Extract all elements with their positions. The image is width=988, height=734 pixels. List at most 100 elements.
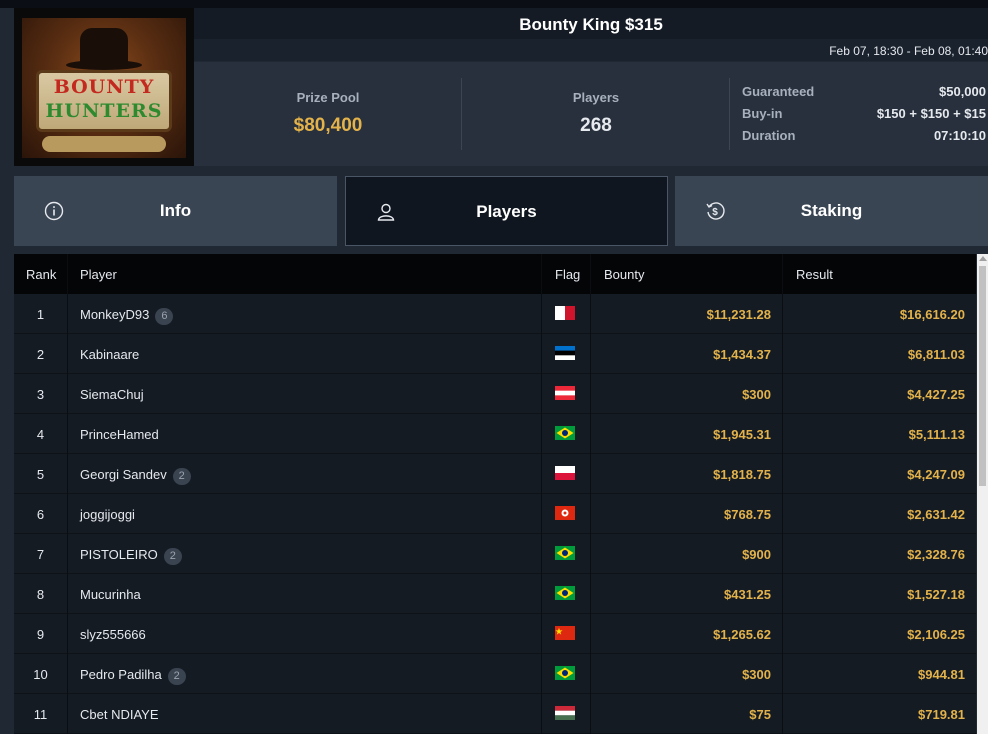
rank-cell: 3 [36, 387, 45, 402]
brazil-flag-icon [555, 426, 575, 440]
player-cell: Georgi Sandev 2 [80, 467, 191, 485]
tab-info[interactable]: Info [14, 176, 337, 246]
table-header: Rank Player Flag Bounty Result [14, 254, 976, 294]
duration-value: 07:10:10 [933, 128, 986, 143]
player-cell: joggijoggi [80, 507, 135, 522]
table-row[interactable]: 9 slyz555666 $1,265.62 $2,106.25 [14, 614, 976, 654]
hong-kong-flag-icon [555, 506, 575, 520]
player-cell: Mucurinha [80, 587, 141, 602]
stats-divider [461, 78, 462, 150]
player-name[interactable]: PISTOLEIRO [80, 547, 158, 562]
stats-divider [729, 78, 730, 150]
table-row[interactable]: 7 PISTOLEIRO 2 $900 $2,328.76 [14, 534, 976, 574]
logo-chips [42, 136, 166, 152]
bounty-cell: $1,818.75 [713, 467, 771, 482]
rank-cell: 7 [36, 547, 45, 562]
tournament-logo: BOUNTY HUNTERS [14, 8, 194, 166]
bounty-cell: $1,265.62 [713, 627, 771, 642]
player-name[interactable]: Georgi Sandev [80, 467, 167, 482]
result-cell: $6,811.03 [907, 347, 965, 362]
table-row[interactable]: 5 Georgi Sandev 2 $1,818.75 $4,247.09 [14, 454, 976, 494]
header-player[interactable]: Player [80, 267, 117, 282]
table-scrollbar[interactable] [977, 254, 988, 734]
austria-flag-icon [555, 386, 575, 400]
table-row[interactable]: 8 Mucurinha $431.25 $1,527.18 [14, 574, 976, 614]
tab-staking-label: Staking [800, 201, 863, 220]
table-row[interactable]: 4 PrinceHamed $1,945.31 $5,111.13 [14, 414, 976, 454]
players-table: Rank Player Flag Bounty Result 1 MonkeyD9… [14, 254, 976, 734]
bounty-cell: $300 [742, 387, 771, 402]
player-cell: SiemaChuj [80, 387, 144, 402]
bounty-cell: $900 [742, 547, 771, 562]
tournament-title: Bounty King $315 [519, 15, 663, 34]
bounty-cell: $431.25 [724, 587, 771, 602]
header-flag[interactable]: Flag [555, 267, 580, 282]
prize-pool-label: Prize Pool [296, 90, 360, 105]
header-bounty[interactable]: Bounty [604, 267, 644, 282]
header-rank[interactable]: Rank [26, 267, 56, 282]
rank-cell: 8 [36, 587, 45, 602]
buyin-value: $150 + $150 + $15 [876, 106, 986, 121]
scroll-thumb[interactable] [979, 266, 986, 486]
result-cell: $2,106.25 [907, 627, 965, 642]
table-row[interactable]: 2 Kabinaare $1,434.37 $6,811.03 [14, 334, 976, 374]
column-divider [67, 254, 68, 734]
rank-cell: 4 [36, 427, 45, 442]
date-row: Feb 07, 18:30 - Feb 08, 01:40 [194, 39, 988, 61]
players-stat: Players 268 [528, 62, 664, 166]
prize-pool-value: $80,400 [293, 115, 363, 136]
header-result[interactable]: Result [796, 267, 833, 282]
result-cell: $719.81 [918, 707, 965, 722]
rank-cell: 10 [33, 667, 48, 682]
prize-pool-stat: Prize Pool $80,400 [260, 62, 396, 166]
player-name[interactable]: Cbet NDIAYE [80, 707, 159, 722]
rank-cell: 9 [36, 627, 45, 642]
entry-count-badge: 2 [167, 668, 186, 685]
bounty-cell: $300 [742, 667, 771, 682]
player-cell: Cbet NDIAYE [80, 707, 159, 722]
player-cell: Pedro Padilha 2 [80, 667, 186, 685]
player-name[interactable]: Kabinaare [80, 347, 139, 362]
malta-flag-icon [555, 306, 575, 320]
player-name[interactable]: PrinceHamed [80, 427, 159, 442]
result-cell: $1,527.18 [907, 587, 965, 602]
buyin-label: Buy-in [742, 106, 783, 121]
player-name[interactable]: Mucurinha [80, 587, 141, 602]
player-name[interactable]: Pedro Padilha [80, 667, 162, 682]
player-name[interactable]: SiemaChuj [80, 387, 144, 402]
brazil-flag-icon [555, 586, 575, 600]
buyin-row: Buy-in $150 + $150 + $15 [742, 106, 988, 128]
player-name[interactable]: slyz555666 [80, 627, 146, 642]
column-divider [590, 254, 591, 734]
entry-count-badge: 6 [155, 308, 174, 325]
logo-sign: BOUNTY HUNTERS [36, 70, 172, 132]
bounty-cell: $1,945.31 [713, 427, 771, 442]
estonia-flag-icon [555, 346, 575, 360]
result-cell: $4,427.25 [907, 387, 965, 402]
players-value: 268 [580, 115, 612, 136]
duration-row: Duration 07:10:10 [742, 128, 988, 150]
rank-cell: 6 [36, 507, 45, 522]
player-name[interactable]: joggijoggi [80, 507, 135, 522]
tab-players-label: Players [476, 202, 537, 221]
logo-text-line2: HUNTERS [45, 100, 163, 122]
player-name[interactable]: MonkeyD93 [80, 307, 149, 322]
table-row[interactable]: 10 Pedro Padilha 2 $300 $944.81 [14, 654, 976, 694]
table-row[interactable]: 6 joggijoggi $768.75 $2,631.42 [14, 494, 976, 534]
logo-text-line1: BOUNTY [53, 76, 155, 98]
tab-players[interactable]: Players [345, 176, 668, 246]
tab-staking[interactable]: $ Staking [675, 176, 988, 246]
table-row[interactable]: 11 Cbet NDIAYE $75 $719.81 [14, 694, 976, 734]
result-cell: $4,247.09 [907, 467, 965, 482]
result-cell: $16,616.20 [899, 307, 965, 322]
result-cell: $5,111.13 [908, 427, 965, 442]
table-row[interactable]: 1 MonkeyD93 6 $11,231.28 $16,616.20 [14, 294, 976, 334]
stats-panel: Prize Pool $80,400 Players 268 Guarantee… [194, 62, 988, 166]
rank-cell: 5 [36, 467, 45, 482]
poland-flag-icon [555, 466, 575, 480]
table-row[interactable]: 3 SiemaChuj $300 $4,427.25 [14, 374, 976, 414]
bounty-cell: $1,434.37 [713, 347, 771, 362]
scroll-up-arrow-icon[interactable] [979, 256, 987, 261]
hungary-flag-icon [555, 706, 575, 720]
china-flag-icon [555, 626, 575, 640]
